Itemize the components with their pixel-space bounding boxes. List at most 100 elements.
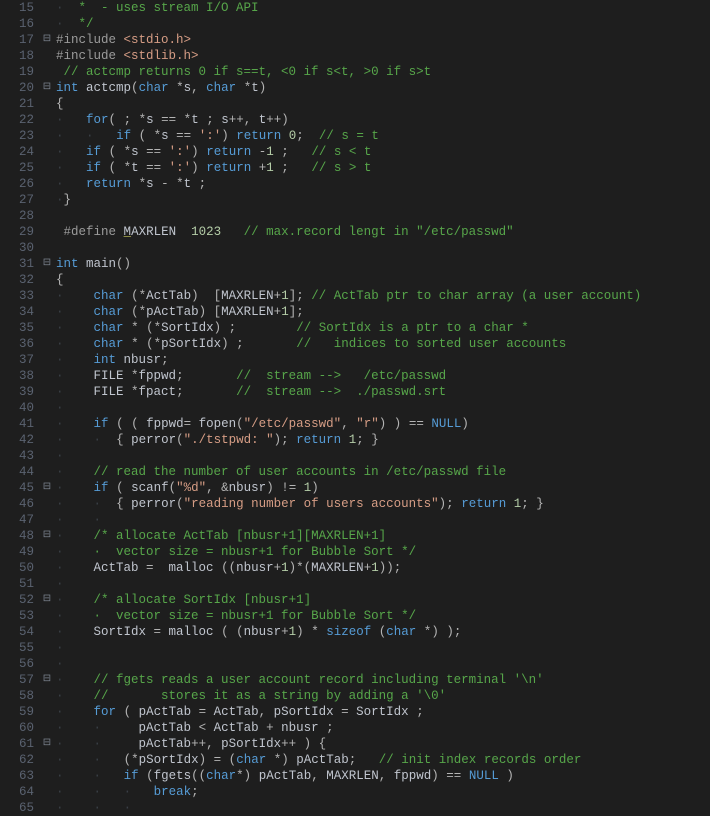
code-line[interactable]: · return *s - *t ; [56, 176, 710, 192]
code-line[interactable]: · · [56, 512, 710, 528]
fold-marker[interactable]: ⊟ [40, 736, 54, 752]
code-line[interactable]: · for( ; *s == *t ; s++, t++) [56, 112, 710, 128]
fold-marker[interactable]: ⊟ [40, 592, 54, 608]
fold-marker[interactable] [40, 464, 54, 480]
fold-marker[interactable] [40, 64, 54, 80]
fold-marker[interactable]: ⊟ [40, 80, 54, 96]
code-line[interactable]: · int nbusr; [56, 352, 710, 368]
code-line[interactable] [56, 208, 710, 224]
code-line[interactable]: · · (*pSortIdx) = (char *) pActTab; // i… [56, 752, 710, 768]
fold-marker[interactable] [40, 656, 54, 672]
fold-marker[interactable] [40, 304, 54, 320]
code-line[interactable]: · · pActTab < ActTab + nbusr ; [56, 720, 710, 736]
code-line[interactable]: · char (*pActTab) [MAXRLEN+1]; [56, 304, 710, 320]
code-line[interactable]: · // fgets reads a user account record i… [56, 672, 710, 688]
code-line[interactable]: · // stores it as a string by adding a '… [56, 688, 710, 704]
fold-marker[interactable] [40, 576, 54, 592]
fold-marker[interactable] [40, 16, 54, 32]
fold-marker[interactable]: ⊟ [40, 480, 54, 496]
fold-marker[interactable] [40, 240, 54, 256]
fold-marker[interactable] [40, 336, 54, 352]
fold-marker[interactable] [40, 640, 54, 656]
code-line[interactable]: · if ( ( fppwd= fopen("/etc/passwd", "r"… [56, 416, 710, 432]
fold-marker[interactable] [40, 0, 54, 16]
code-line[interactable]: · // read the number of user accounts in… [56, 464, 710, 480]
fold-marker[interactable] [40, 544, 54, 560]
fold-marker[interactable]: ⊟ [40, 32, 54, 48]
fold-marker[interactable] [40, 752, 54, 768]
code-line[interactable]: · /* allocate ActTab [nbusr+1][MAXRLEN+1… [56, 528, 710, 544]
fold-marker[interactable] [40, 688, 54, 704]
code-line[interactable]: · ActTab = malloc ((nbusr+1)*(MAXRLEN+1)… [56, 560, 710, 576]
code-line[interactable]: int main() [56, 256, 710, 272]
code-line[interactable]: · · vector size = nbusr+1 for Bubble Sor… [56, 544, 710, 560]
code-line[interactable]: · [56, 656, 710, 672]
fold-marker[interactable] [40, 176, 54, 192]
fold-marker[interactable] [40, 432, 54, 448]
fold-marker[interactable]: ⊟ [40, 672, 54, 688]
code-line[interactable]: · for ( pActTab = ActTab, pSortIdx = Sor… [56, 704, 710, 720]
code-line[interactable]: · FILE *fppwd; // stream --> /etc/passwd [56, 368, 710, 384]
fold-marker[interactable] [40, 560, 54, 576]
code-line[interactable] [56, 240, 710, 256]
code-line[interactable]: · · { perror("reading number of users ac… [56, 496, 710, 512]
code-line[interactable]: · · if ( *s == ':') return 0; // s = t [56, 128, 710, 144]
code-line[interactable]: · if ( *t == ':') return +1 ; // s > t [56, 160, 710, 176]
fold-marker[interactable]: ⊟ [40, 528, 54, 544]
code-line[interactable]: · · vector size = nbusr+1 for Bubble Sor… [56, 608, 710, 624]
code-line[interactable]: · if ( scanf("%d", &nbusr) != 1) [56, 480, 710, 496]
code-line[interactable]: · * - uses stream I/O API [56, 0, 710, 16]
fold-marker[interactable] [40, 128, 54, 144]
fold-marker[interactable] [40, 144, 54, 160]
fold-marker[interactable] [40, 768, 54, 784]
code-line[interactable]: int actcmp(char *s, char *t) [56, 80, 710, 96]
code-line[interactable]: · char * (*pSortIdx) ; // indices to sor… [56, 336, 710, 352]
code-line[interactable]: · [56, 448, 710, 464]
fold-marker[interactable] [40, 720, 54, 736]
code-line[interactable]: · /* allocate SortIdx [nbusr+1] [56, 592, 710, 608]
code-line[interactable]: · FILE *fpact; // stream --> ./passwd.sr… [56, 384, 710, 400]
fold-marker[interactable] [40, 784, 54, 800]
fold-column[interactable]: ⊟ ⊟ ⊟ ⊟ ⊟ ⊟ ⊟ ⊟ [40, 0, 54, 797]
code-line[interactable]: · SortIdx = malloc ( (nbusr+1) * sizeof … [56, 624, 710, 640]
code-line[interactable]: #include <stdlib.h> [56, 48, 710, 64]
fold-marker[interactable] [40, 416, 54, 432]
fold-marker[interactable] [40, 800, 54, 816]
code-line[interactable]: · · · break; [56, 784, 710, 800]
fold-marker[interactable] [40, 208, 54, 224]
fold-marker[interactable] [40, 384, 54, 400]
fold-marker[interactable] [40, 96, 54, 112]
code-line[interactable]: #include <stdio.h> [56, 32, 710, 48]
fold-marker[interactable] [40, 448, 54, 464]
fold-marker[interactable] [40, 400, 54, 416]
fold-marker[interactable] [40, 352, 54, 368]
code-line[interactable]: { [56, 96, 710, 112]
fold-marker[interactable] [40, 48, 54, 64]
fold-marker[interactable] [40, 624, 54, 640]
fold-marker[interactable]: ⊟ [40, 256, 54, 272]
code-line[interactable]: #define MAXRLEN 1023 // max.record lengt… [56, 224, 710, 240]
code-line[interactable]: { [56, 272, 710, 288]
fold-marker[interactable] [40, 496, 54, 512]
fold-marker[interactable] [40, 368, 54, 384]
code-line[interactable]: · [56, 400, 710, 416]
fold-marker[interactable] [40, 112, 54, 128]
fold-marker[interactable] [40, 320, 54, 336]
code-line[interactable]: · · · [56, 800, 710, 816]
code-line[interactable]: // actcmp returns 0 if s==t, <0 if s<t, … [56, 64, 710, 80]
fold-marker[interactable] [40, 608, 54, 624]
code-line[interactable]: · · if (fgets((char*) pActTab, MAXRLEN, … [56, 768, 710, 784]
code-area[interactable]: · * - uses stream I/O API· */#include <s… [54, 0, 710, 797]
code-line[interactable]: · [56, 576, 710, 592]
code-line[interactable]: · · pActTab++, pSortIdx++ ) { [56, 736, 710, 752]
fold-marker[interactable] [40, 192, 54, 208]
code-line[interactable]: · if ( *s == ':') return -1 ; // s < t [56, 144, 710, 160]
code-line[interactable]: · char * (*SortIdx) ; // SortIdx is a pt… [56, 320, 710, 336]
code-line[interactable]: · [56, 640, 710, 656]
code-line[interactable]: · · { perror("./tstpwd: "); return 1; } [56, 432, 710, 448]
code-line[interactable]: · char (*ActTab) [MAXRLEN+1]; // ActTab … [56, 288, 710, 304]
fold-marker[interactable] [40, 288, 54, 304]
fold-marker[interactable] [40, 160, 54, 176]
fold-marker[interactable] [40, 272, 54, 288]
fold-marker[interactable] [40, 512, 54, 528]
